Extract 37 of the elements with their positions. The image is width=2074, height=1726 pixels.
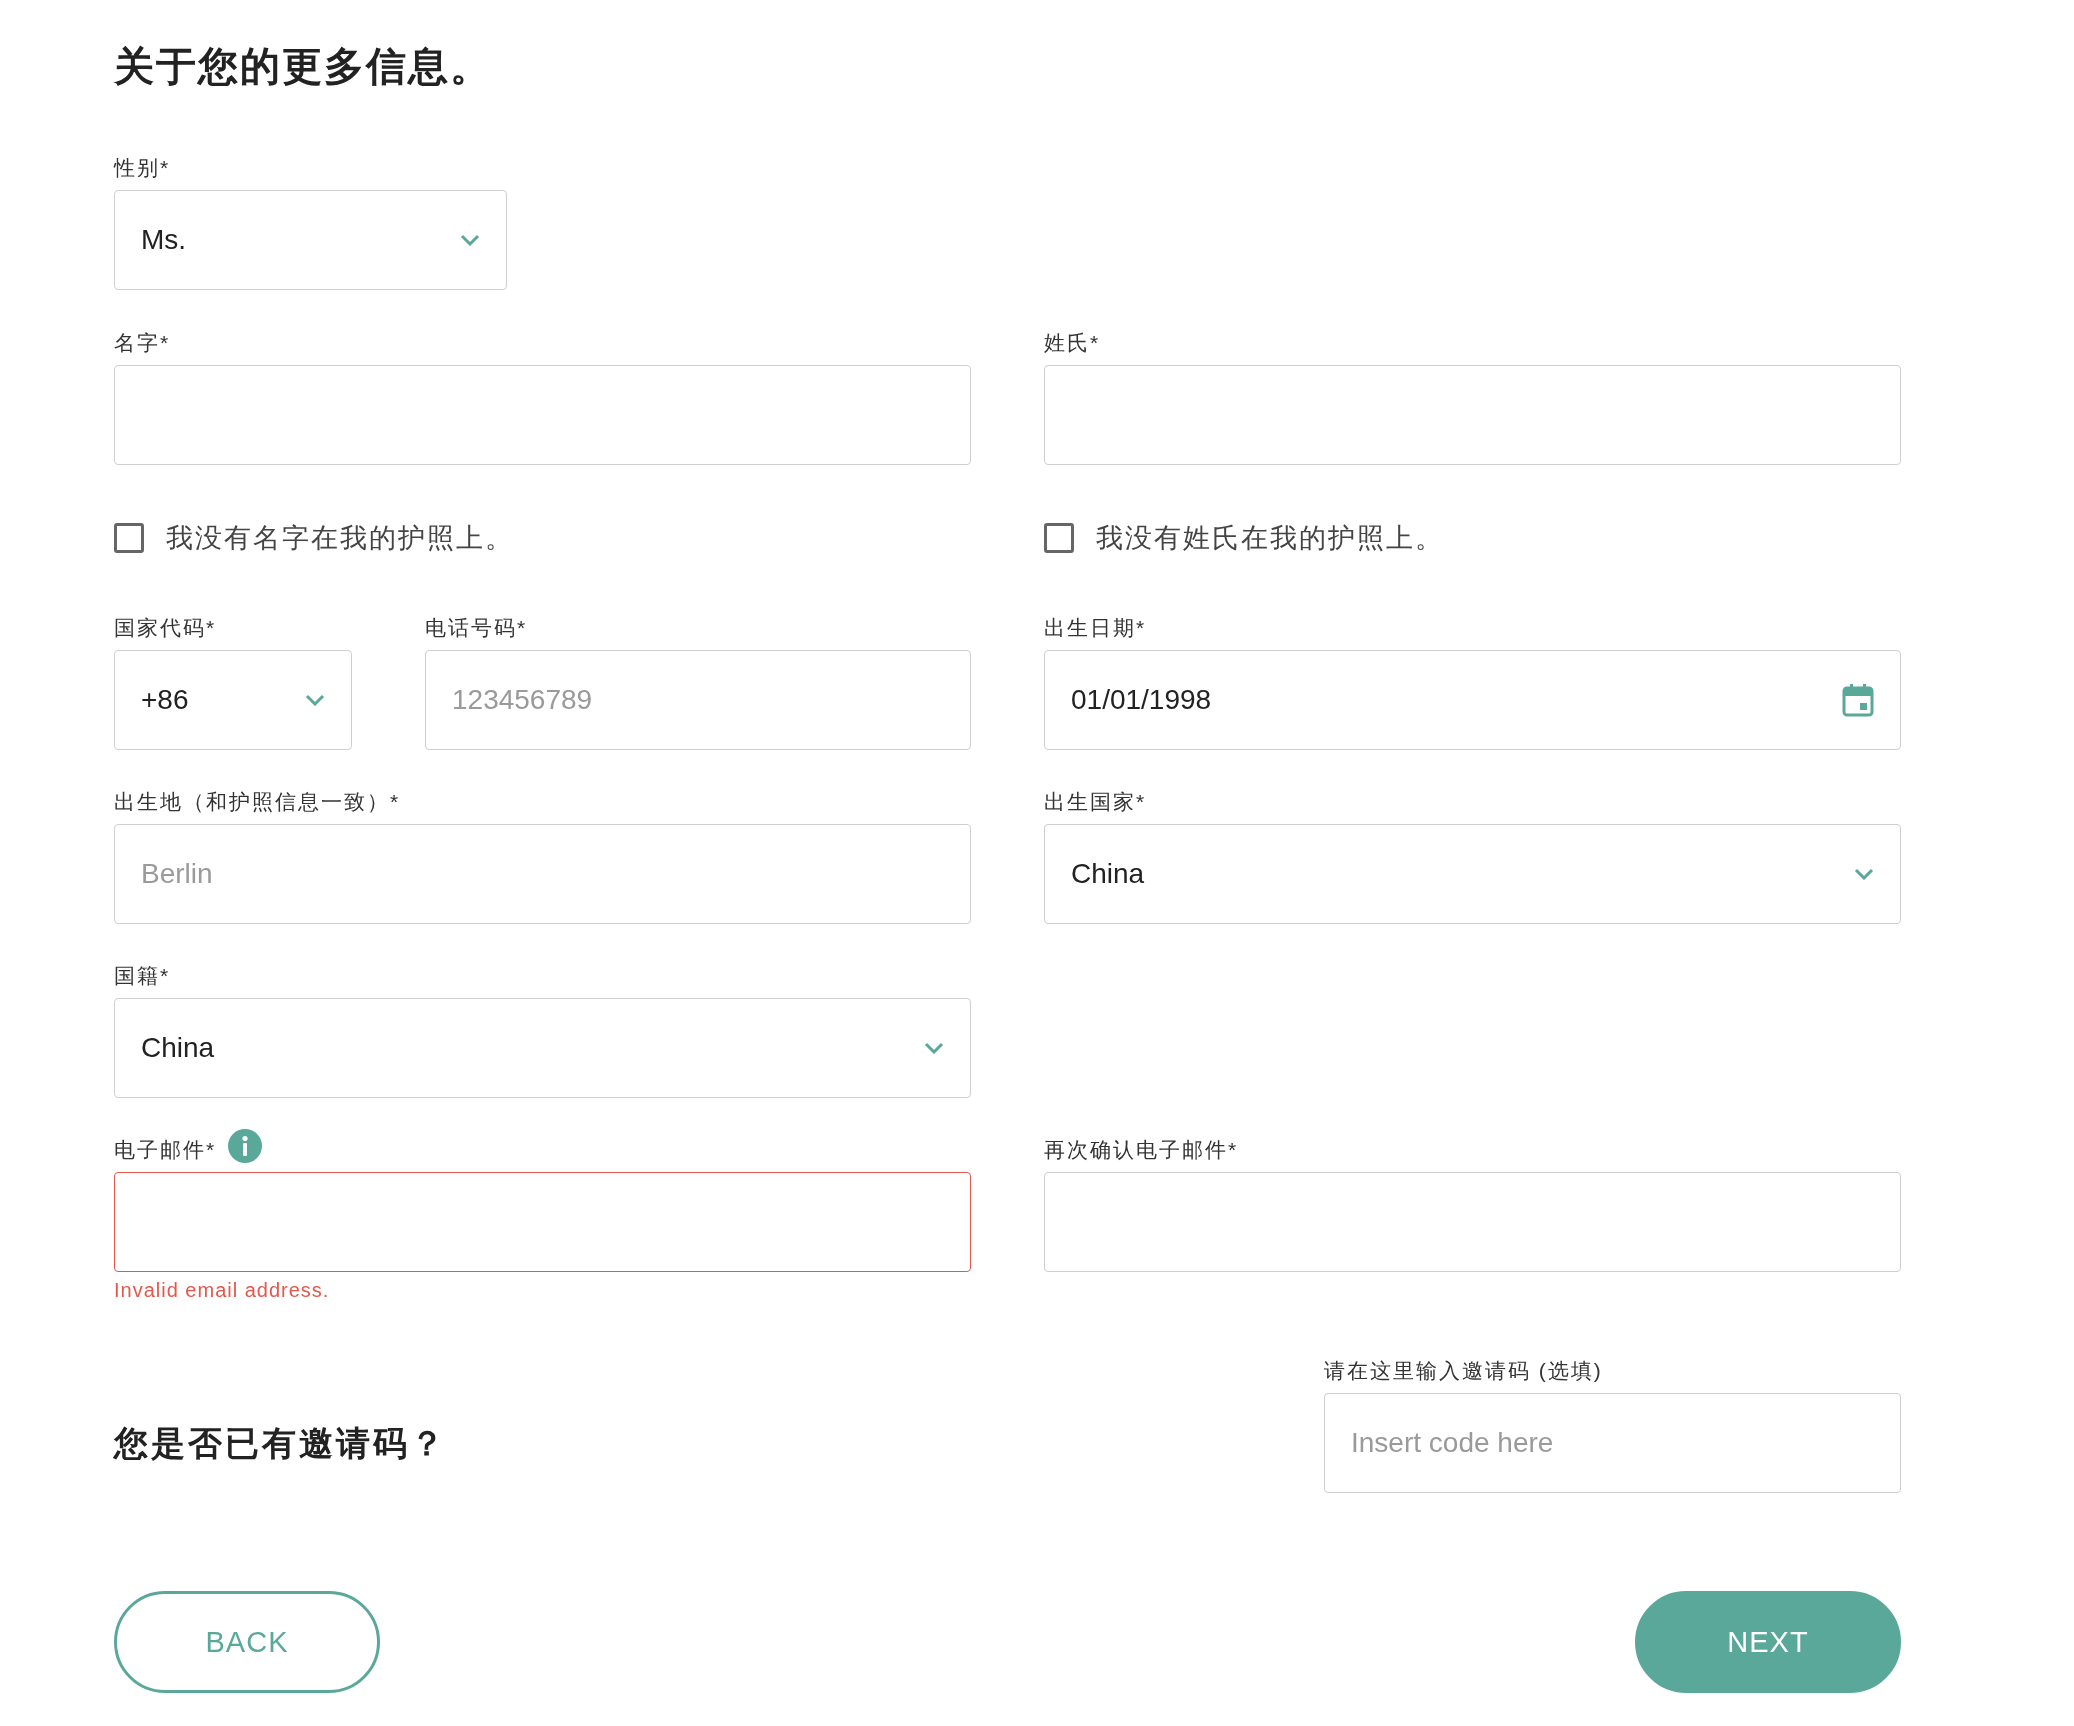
calendar-icon bbox=[1842, 683, 1874, 717]
info-icon[interactable] bbox=[228, 1129, 263, 1163]
checkbox[interactable] bbox=[1044, 523, 1074, 553]
input-field[interactable] bbox=[114, 365, 971, 465]
checkbox-label: 我没有名字在我的护照上。 bbox=[166, 522, 514, 555]
input-field[interactable] bbox=[1044, 365, 1901, 465]
email-field[interactable] bbox=[1044, 1172, 1901, 1272]
input-field[interactable]: Berlin bbox=[114, 824, 971, 924]
field-label: 再次确认电子邮件* bbox=[1044, 1137, 1239, 1163]
country-select[interactable]: China bbox=[1044, 824, 1901, 924]
page-title: 关于您的更多信息。 bbox=[114, 43, 493, 90]
country-code-select[interactable]: +86 bbox=[114, 650, 352, 750]
field-label: 姓氏* bbox=[1044, 330, 1101, 356]
field-label: 电子邮件* bbox=[114, 1137, 217, 1163]
field-label: 电话号码* bbox=[425, 615, 528, 641]
code-field[interactable]: Insert code here bbox=[1324, 1393, 1901, 1493]
field-label: 国家代码* bbox=[114, 615, 217, 641]
nationality-select[interactable]: China bbox=[114, 998, 971, 1098]
chevron-down-icon bbox=[460, 234, 480, 246]
section-heading: 您是否已有邀请码？ bbox=[114, 1422, 447, 1464]
checkbox-label: 我没有姓氏在我的护照上。 bbox=[1096, 522, 1444, 555]
checkbox[interactable] bbox=[114, 523, 144, 553]
field-label: 出生地（和护照信息一致）* bbox=[114, 789, 401, 815]
chevron-down-icon bbox=[1854, 868, 1874, 880]
field-label: 出生国家* bbox=[1044, 789, 1147, 815]
gender-select[interactable]: Ms. bbox=[114, 190, 507, 290]
field-label: 国籍* bbox=[114, 963, 171, 989]
field-label: 出生日期* bbox=[1044, 615, 1147, 641]
date-field[interactable]: 01/01/1998 bbox=[1044, 650, 1901, 750]
field-label: 性别* bbox=[114, 155, 171, 181]
field-label: 请在这里输入邀请码 (选填) bbox=[1324, 1358, 1603, 1384]
error-message: Invalid email address. bbox=[114, 1278, 330, 1302]
phone-field[interactable]: 123456789 bbox=[425, 650, 971, 750]
chevron-down-icon bbox=[305, 694, 325, 706]
field-label: 名字* bbox=[114, 330, 171, 356]
email-field[interactable] bbox=[114, 1172, 971, 1272]
chevron-down-icon bbox=[924, 1042, 944, 1054]
